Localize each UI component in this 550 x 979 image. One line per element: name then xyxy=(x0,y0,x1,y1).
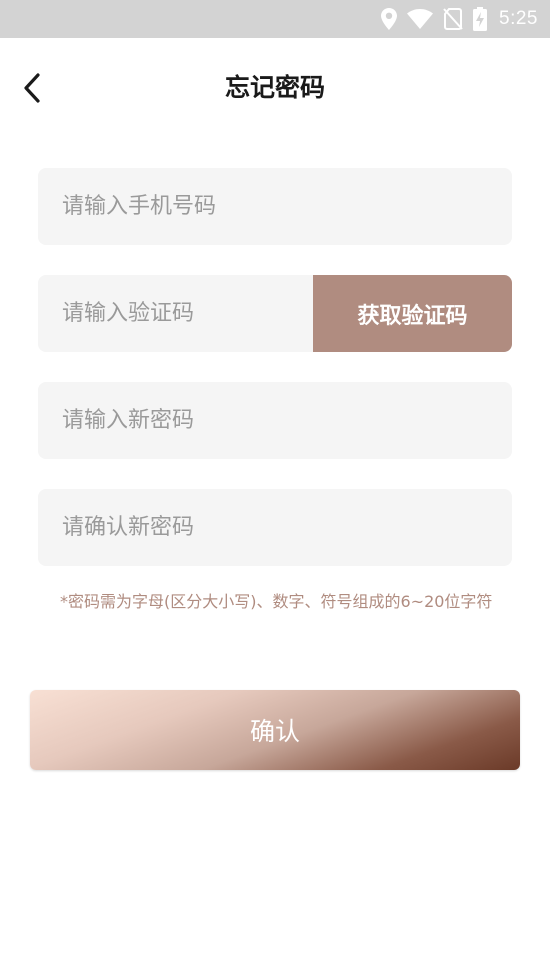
new-password-field xyxy=(38,382,512,459)
phone-input[interactable] xyxy=(38,168,512,245)
status-time: 5:25 xyxy=(499,8,538,29)
password-hint: *密码需为字母(区分大小写)、数字、符号组成的6~20位字符 xyxy=(60,592,493,611)
confirm-password-input[interactable] xyxy=(38,489,512,566)
code-input[interactable] xyxy=(38,275,313,352)
code-field: 获取验证码 xyxy=(38,275,512,352)
page-title: 忘记密码 xyxy=(224,73,325,102)
new-password-input[interactable] xyxy=(38,382,512,459)
confirm-password-field xyxy=(38,489,512,566)
no-sim-icon xyxy=(443,8,463,30)
confirm-button[interactable]: 确认 xyxy=(30,690,520,770)
battery-charging-icon xyxy=(473,7,488,31)
status-bar: 5:25 xyxy=(0,0,550,38)
location-icon xyxy=(381,8,398,30)
nav-bar: 忘记密码 xyxy=(0,38,550,138)
wifi-icon xyxy=(407,9,434,29)
get-code-button[interactable]: 获取验证码 xyxy=(313,275,512,352)
phone-field xyxy=(38,168,512,245)
